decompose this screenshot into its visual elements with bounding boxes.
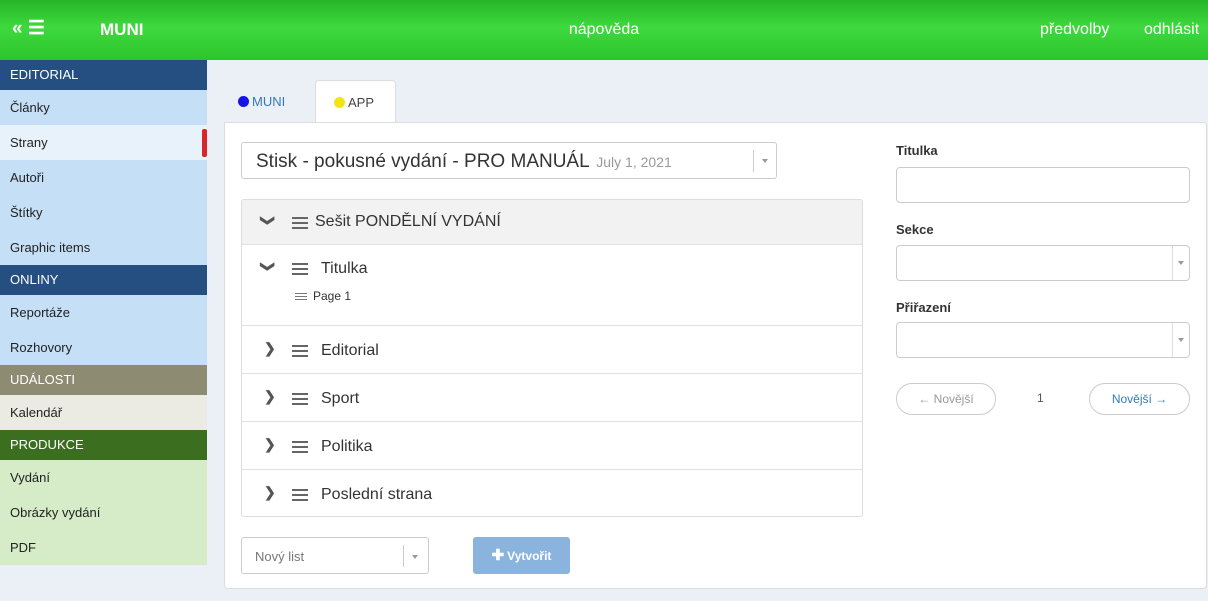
tree-section-politika[interactable]: ❯ Politika [242, 422, 862, 470]
select-divider [1172, 246, 1173, 280]
tree-section-label: Poslední strana [321, 486, 433, 503]
drag-handle-icon[interactable] [292, 263, 308, 278]
titulka-input[interactable] [896, 167, 1190, 203]
sidebar: EDITORIAL Články Strany Autoři Štítky Gr… [0, 60, 207, 601]
tree-root-row[interactable]: ❯ Sešit PONDĚLNÍ VYDÁNÍ [242, 200, 862, 245]
tab-label: APP [348, 95, 375, 110]
yellow-dot-icon [334, 97, 345, 108]
create-button-label: Vytvořit [507, 549, 552, 563]
chevron-down-icon[interactable] [1178, 338, 1184, 342]
pager-page-number: 1 [1037, 391, 1044, 405]
sekce-select[interactable] [896, 245, 1190, 281]
tree-section-label: Editorial [321, 342, 379, 359]
plus-icon: ✚ [491, 547, 505, 564]
tree-section-posledni-strana[interactable]: ❯ Poslední strana [242, 470, 862, 516]
sekce-label: Sekce [896, 222, 934, 237]
sidebar-item-stitky[interactable]: Štítky [0, 195, 207, 230]
pager-prev-button[interactable]: ← Novější [896, 383, 996, 415]
logout-link[interactable]: odhlásit [1144, 21, 1199, 39]
sidebar-section-onliny[interactable]: ONLINY [0, 265, 207, 295]
tree-root-label: Sešit PONDĚLNÍ VYDÁNÍ [315, 213, 501, 230]
sidebar-item-autori[interactable]: Autoři [0, 160, 207, 195]
chevron-down-icon[interactable] [412, 555, 418, 559]
select-divider [753, 150, 754, 172]
prirazeni-label: Přiřazení [896, 300, 951, 315]
drag-handle-icon[interactable] [292, 393, 308, 408]
tree-section-label: Sport [321, 390, 360, 407]
drag-handle-icon[interactable] [292, 489, 308, 504]
sidebar-item-pdf[interactable]: PDF [0, 530, 207, 565]
sidebar-item-reportaze[interactable]: Reportáže [0, 295, 207, 330]
chevron-down-icon[interactable]: ❯ [259, 261, 276, 273]
pager-next-button[interactable]: Novější → [1089, 383, 1190, 415]
chevron-down-icon[interactable] [762, 159, 768, 163]
titulka-label: Titulka [896, 143, 938, 158]
drag-handle-icon[interactable] [292, 345, 308, 360]
select-divider [1172, 323, 1173, 357]
tree-section-label: Politika [321, 438, 373, 455]
blue-dot-icon [238, 96, 249, 107]
new-list-placeholder: Nový list [255, 549, 305, 564]
tab-muni[interactable]: MUNI [224, 80, 314, 123]
chevron-right-icon[interactable]: ❯ [264, 340, 276, 357]
chevron-right-icon[interactable]: ❯ [264, 484, 276, 501]
sidebar-section-udalosti[interactable]: UDÁLOSTI [0, 365, 207, 395]
tree-page-label[interactable]: Page 1 [313, 289, 351, 303]
help-link[interactable]: nápověda [0, 21, 1208, 39]
main-panel: Stisk - pokusné vydání - PRO MANUÁL July… [224, 122, 1207, 589]
issue-date: July 1, 2021 [596, 154, 672, 170]
sidebar-item-strany[interactable]: Strany [0, 125, 207, 160]
tree-section-titulka[interactable]: ❯ Titulka Page 1 [242, 245, 862, 326]
issue-select-value: Stisk - pokusné vydání - PRO MANUÁL July… [256, 151, 672, 173]
drag-handle-icon[interactable] [292, 217, 308, 232]
sidebar-section-produkce[interactable]: PRODUKCE [0, 430, 207, 460]
preferences-link[interactable]: předvolby [1040, 21, 1109, 39]
page-tree: ❯ Sešit PONDĚLNÍ VYDÁNÍ ❯ Titulka Page 1… [241, 199, 863, 517]
chevron-down-icon[interactable]: ❯ [259, 215, 276, 227]
select-divider [403, 545, 404, 567]
sidebar-section-editorial[interactable]: EDITORIAL [0, 60, 207, 90]
chevron-down-icon[interactable] [1178, 261, 1184, 265]
tab-label: MUNI [252, 94, 286, 109]
drag-handle-icon[interactable] [295, 293, 307, 302]
new-list-select[interactable]: Nový list [241, 537, 429, 574]
chevron-right-icon[interactable]: ❯ [264, 436, 276, 453]
sidebar-item-obrazky-vydani[interactable]: Obrázky vydání [0, 495, 207, 530]
tab-app[interactable]: APP [315, 80, 396, 124]
sidebar-item-rozhovory[interactable]: Rozhovory [0, 330, 207, 365]
tree-section-editorial[interactable]: ❯ Editorial [242, 326, 862, 374]
tree-section-sport[interactable]: ❯ Sport [242, 374, 862, 422]
create-button[interactable]: ✚ Vytvořit [473, 537, 570, 574]
prirazeni-select[interactable] [896, 322, 1190, 358]
issue-name: Stisk - pokusné vydání - PRO MANUÁL [256, 151, 589, 172]
sidebar-item-clanky[interactable]: Články [0, 90, 207, 125]
tree-section-label: Titulka [321, 260, 368, 277]
top-bar: « ☰ MUNI nápověda předvolby odhlásit [0, 0, 1208, 60]
chevron-right-icon[interactable]: ❯ [264, 388, 276, 405]
issue-select[interactable]: Stisk - pokusné vydání - PRO MANUÁL July… [241, 142, 777, 179]
sidebar-item-vydani[interactable]: Vydání [0, 460, 207, 495]
sidebar-item-graphic-items[interactable]: Graphic items [0, 230, 207, 265]
drag-handle-icon[interactable] [292, 441, 308, 456]
sidebar-item-kalendar[interactable]: Kalendář [0, 395, 207, 430]
